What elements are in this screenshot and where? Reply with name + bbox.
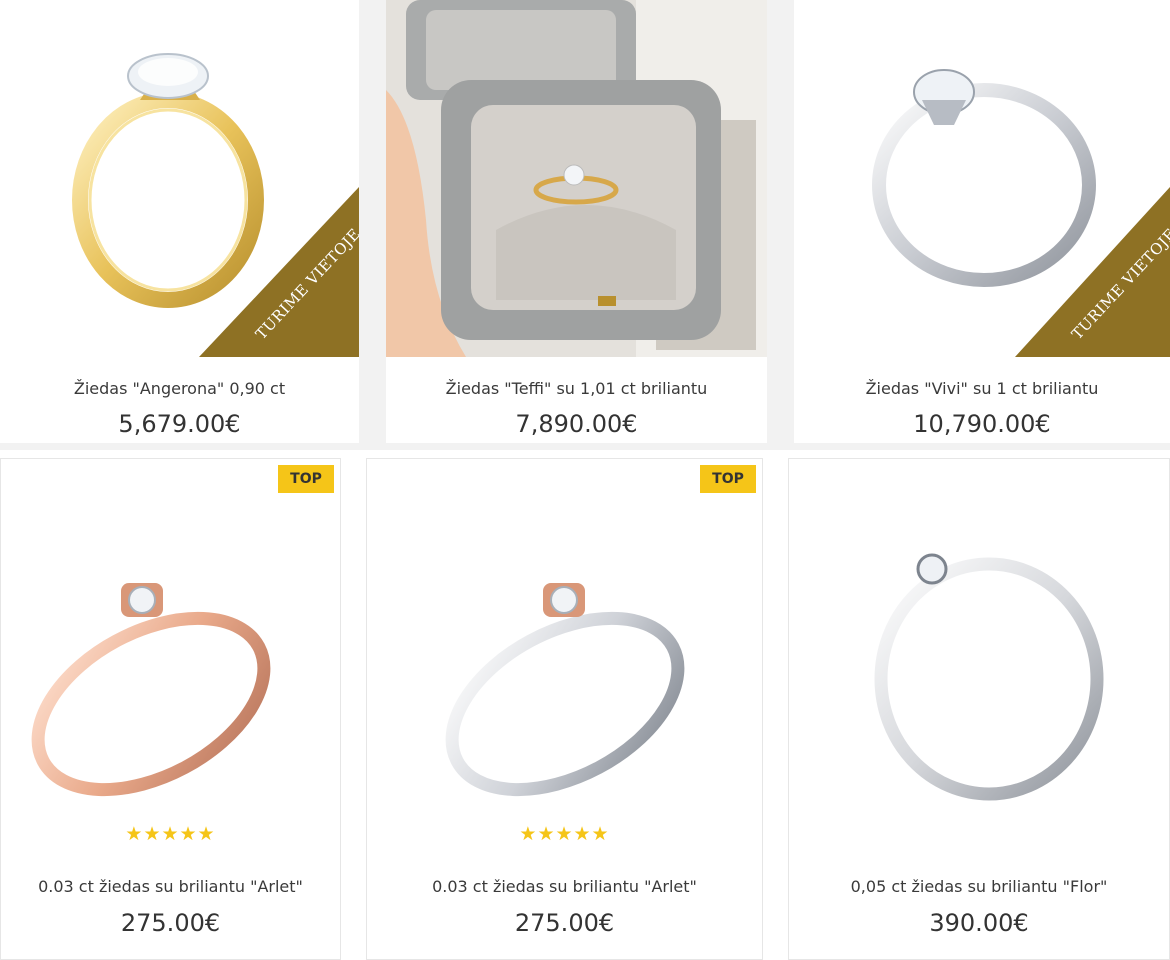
rating-stars: ★★★★★: [519, 823, 610, 845]
product-image-vivi[interactable]: TURIME VIETOJE: [794, 0, 1170, 357]
product-card-arlet-white[interactable]: TOP ★★★★★ 0.03 ct žiedas su briliantu "A…: [366, 458, 763, 960]
product-card-flor[interactable]: 0,05 ct žiedas su briliantu "Flor" 390.0…: [788, 458, 1170, 960]
product-price: 275.00€: [120, 909, 221, 937]
product-card-angerona[interactable]: TURIME VIETOJE Žiedas "Angerona" 0,90 ct…: [0, 0, 359, 443]
product-title[interactable]: 0.03 ct žiedas su briliantu "Arlet": [1, 877, 340, 896]
product-card-teffi[interactable]: Žiedas "Teffi" su 1,01 ct briliantu 7,89…: [386, 0, 767, 443]
product-title[interactable]: Žiedas "Teffi" su 1,01 ct briliantu: [386, 379, 767, 398]
rating-stars: ★★★★★: [125, 823, 216, 845]
top-badge: TOP: [278, 465, 334, 493]
ring-box-photo-icon: [386, 0, 767, 357]
product-price: 275.00€: [514, 909, 615, 937]
in-stock-badge: TURIME VIETOJE: [199, 187, 359, 357]
product-title[interactable]: Žiedas "Angerona" 0,90 ct: [0, 379, 359, 398]
white-gold-small-diamond-ring-icon: [874, 553, 1104, 801]
product-card-vivi[interactable]: TURIME VIETOJE Žiedas "Vivi" su 1 ct bri…: [794, 0, 1170, 443]
top-badge: TOP: [700, 465, 756, 493]
product-price: 390.00€: [929, 909, 1029, 937]
product-price: 5,679.00€: [118, 410, 241, 438]
product-price: 10,790.00€: [913, 410, 1051, 438]
product-image-teffi[interactable]: [386, 0, 767, 357]
product-price: 7,890.00€: [515, 410, 638, 438]
product-image-flor[interactable]: [789, 539, 1169, 879]
product-image-angerona[interactable]: TURIME VIETOJE: [0, 0, 359, 357]
product-title[interactable]: Žiedas "Vivi" su 1 ct briliantu: [794, 379, 1170, 398]
product-title[interactable]: 0.03 ct žiedas su briliantu "Arlet": [367, 877, 762, 896]
in-stock-badge: TURIME VIETOJE: [1015, 187, 1170, 357]
product-title[interactable]: 0,05 ct žiedas su briliantu "Flor": [789, 877, 1169, 896]
product-card-arlet-rose[interactable]: TOP ★★★★★ 0.03 ct žiedas su briliantu "A…: [0, 458, 341, 960]
